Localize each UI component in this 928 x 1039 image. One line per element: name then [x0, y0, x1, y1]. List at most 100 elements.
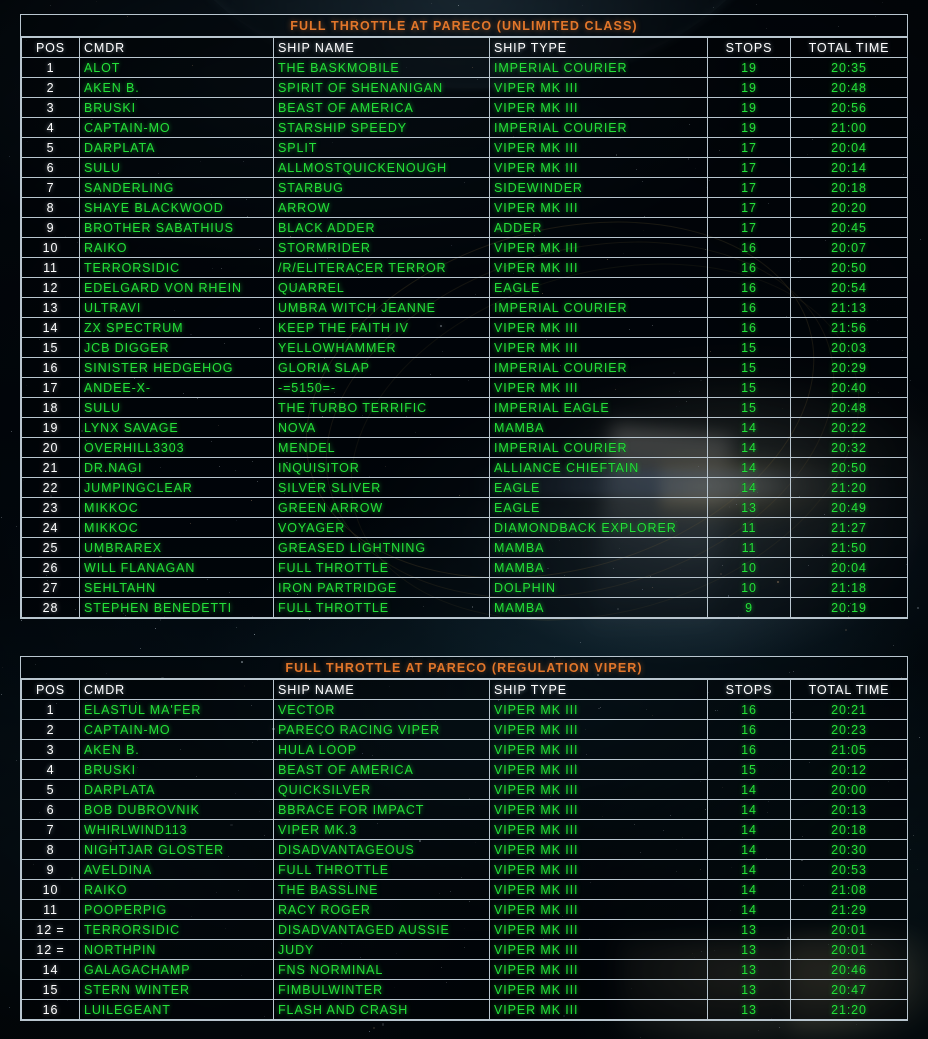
table-row[interactable]: 15 STERN WINTER FIMBULWINTER VIPER MK III 13… [21, 979, 908, 1000]
table-row[interactable]: 22 JUMPINGCLEAR SILVER SLIVER EAGLE 14 21:20 [21, 477, 908, 498]
column-header-time[interactable]: TOTAL TIME [790, 679, 908, 700]
column-header-pos[interactable]: POS [21, 37, 80, 58]
table-row[interactable]: 21 DR.NAGI INQUISITOR ALLIANCE CHIEFTAIN 14 2… [21, 457, 908, 478]
table-row[interactable]: 26 WILL FLANAGAN FULL THROTTLE MAMBA 10 20:04 [21, 557, 908, 578]
column-header-cmdr[interactable]: CMDR [79, 679, 274, 700]
cell-stops: 14 [707, 477, 791, 498]
table-row[interactable]: 8 NIGHTJAR GLOSTER DISADVANTAGEOUS VIPER MK… [21, 839, 908, 860]
cell-stops: 16 [707, 739, 791, 760]
table-row[interactable]: 5 DARPLATA QUICKSILVER VIPER MK III 14 20:00 [21, 779, 908, 800]
cell-name: ALLMOSTQUICKENOUGH [273, 157, 490, 178]
table-row[interactable]: 4 CAPTAIN-MO STARSHIP SPEEDY IMPERIAL COURI… [21, 117, 908, 138]
cell-cmdr: CAPTAIN-MO [79, 117, 274, 138]
table-row[interactable]: 6 SULU ALLMOSTQUICKENOUGH VIPER MK III 17 20:… [21, 157, 908, 178]
cell-cmdr: WILL FLANAGAN [79, 557, 274, 578]
cell-time: 20:48 [790, 397, 908, 418]
table-row[interactable]: 14 ZX SPECTRUM KEEP THE FAITH IV VIPER MK I… [21, 317, 908, 338]
table-row[interactable]: 17 ANDEE-X- -=5150=- VIPER MK III 15 20:40 [21, 377, 908, 398]
table-row[interactable]: 4 BRUSKI BEAST OF AMERICA VIPER MK III 15 20:… [21, 759, 908, 780]
table-row[interactable]: 19 LYNX SAVAGE NOVA MAMBA 14 20:22 [21, 417, 908, 438]
table-row[interactable]: 5 DARPLATA SPLIT VIPER MK III 17 20:04 [21, 137, 908, 158]
cell-pos: 16 [21, 999, 80, 1020]
column-header-cmdr[interactable]: CMDR [79, 37, 274, 58]
column-header-time[interactable]: TOTAL TIME [790, 37, 908, 58]
table-row[interactable]: 10 RAIKO STORMRIDER VIPER MK III 16 20:07 [21, 237, 908, 258]
table-row[interactable]: 11 TERRORSIDIC/R/ELITERACER TERROR VIPER M… [21, 257, 908, 278]
table-row[interactable]: 15 JCB DIGGER YELLOWHAMMER VIPER MK III 15 20… [21, 337, 908, 358]
table-row[interactable]: 1 ELASTUL MA'FER VECTOR VIPER MK III 16 20:21 [21, 699, 908, 720]
cell-type: IMPERIAL EAGLE [489, 397, 708, 418]
cell-type: EAGLE [489, 277, 708, 298]
table-row[interactable]: 25 UMBRAREX GREASED LIGHTNING MAMBA 11 21:50 [21, 537, 908, 558]
table-row[interactable]: 18 SULU THE TURBO TERRIFIC IMPERIAL EAGLE 15… [21, 397, 908, 418]
cell-time: 20:18 [790, 177, 908, 198]
table-row[interactable]: 13 ULTRAVI UMBRA WITCH JEANNE IMPERIAL COUR… [21, 297, 908, 318]
table-row[interactable]: 2 AKEN B. SPIRIT OF SHENANIGAN VIPER MK III… [21, 77, 908, 98]
table-row[interactable]: 7 SANDERLING STARBUG SIDEWINDER 17 20:18 [21, 177, 908, 198]
cell-type: IMPERIAL COURIER [489, 437, 708, 458]
cell-cmdr: MIKKOC [79, 497, 274, 518]
table-row[interactable]: 3 AKEN B. HULA LOOP VIPER MK III 16 21:05 [21, 739, 908, 760]
cell-type: VIPER MK III [489, 97, 708, 118]
cell-name: INQUISITOR [273, 457, 490, 478]
table-row[interactable]: 11 POOPERPIG RACY ROGER VIPER MK III 14 21:29 [21, 899, 908, 920]
column-header-name[interactable]: SHIP NAME [273, 679, 490, 700]
cell-cmdr: STEPHEN BENEDETTI [79, 597, 274, 618]
column-header-pos[interactable]: POS [21, 679, 80, 700]
cell-stops: 16 [707, 257, 791, 278]
cell-stops: 13 [707, 999, 791, 1020]
table-row[interactable]: 12 = NORTHPIN JUDY VIPER MK III 13 20:01 [21, 939, 908, 960]
table-row[interactable]: 7 WHIRLWIND113 VIPER MK.3 VIPER MK III 14 20:… [21, 819, 908, 840]
table-row[interactable]: 6 BOB DUBROVNIK BBRACE FOR IMPACT VIPER MK … [21, 799, 908, 820]
cell-pos: 19 [21, 417, 80, 438]
table-row[interactable]: 9 BROTHER SABATHIUS BLACK ADDER ADDER 17 20:4… [21, 217, 908, 238]
table-row[interactable]: 28 STEPHEN BENEDETTI FULL THROTTLE MAMBA 9 20… [21, 597, 908, 618]
table-row[interactable]: 12 = TERRORSIDIC DISADVANTAGED AUSSIE VIPER… [21, 919, 908, 940]
table-row[interactable]: 2 CAPTAIN-MO PARECO RACING VIPER VIPER MK I… [21, 719, 908, 740]
cell-cmdr: GALAGACHAMP [79, 959, 274, 980]
table-row[interactable]: 16 LUILEGEANT FLASH AND CRASH VIPER MK III 1… [21, 999, 908, 1020]
cell-pos: 15 [21, 337, 80, 358]
table-row[interactable]: 16 SINISTER HEDGEHOG GLORIA SLAP IMPERIAL C… [21, 357, 908, 378]
cell-cmdr: WHIRLWIND113 [79, 819, 274, 840]
cell-name: FULL THROTTLE [273, 597, 490, 618]
cell-pos: 17 [21, 377, 80, 398]
cell-time: 20:20 [790, 197, 908, 218]
cell-type: VIPER MK III [489, 759, 708, 780]
table-row[interactable]: 1 ALOT THE BASKMOBILE IMPERIAL COURIER 19 20:… [21, 57, 908, 78]
column-header-stops[interactable]: STOPS [707, 679, 791, 700]
cell-name: QUARREL [273, 277, 490, 298]
table-row[interactable]: 27 SEHLTAHN IRON PARTRIDGE DOLPHIN 10 21:18 [21, 577, 908, 598]
cell-name: RACY ROGER [273, 899, 490, 920]
column-header-name[interactable]: SHIP NAME [273, 37, 490, 58]
table-row[interactable]: 24 MIKKOC VOYAGER DIAMONDBACK EXPLORER 11 21:… [21, 517, 908, 538]
table-row[interactable]: 10 RAIKO THE BASSLINE VIPER MK III 14 21:08 [21, 879, 908, 900]
table-row[interactable]: 3 BRUSKI BEAST OF AMERICA VIPER MK III 19 20:… [21, 97, 908, 118]
cell-cmdr: TERRORSIDIC [79, 257, 274, 278]
cell-type: VIPER MK III [489, 699, 708, 720]
table-row[interactable]: 23 MIKKOC GREEN ARROW EAGLE 13 20:49 [21, 497, 908, 518]
cell-pos: 24 [21, 517, 80, 538]
cell-pos: 14 [21, 959, 80, 980]
cell-pos: 12 [21, 277, 80, 298]
cell-name: ARROW [273, 197, 490, 218]
table-row[interactable]: 8 SHAYE BLACKWOOD ARROW VIPER MK III 17 20:20 [21, 197, 908, 218]
table-row[interactable]: 12 EDELGARD VON RHEIN QUARREL EAGLE 16 20:54 [21, 277, 908, 298]
column-header-type[interactable]: SHIP TYPE [489, 37, 708, 58]
column-header-type[interactable]: SHIP TYPE [489, 679, 708, 700]
column-header-stops[interactable]: STOPS [707, 37, 791, 58]
table-row[interactable]: 9 AVELDINA FULL THROTTLE VIPER MK III 14 20:5… [21, 859, 908, 880]
cell-name: FLASH AND CRASH [273, 999, 490, 1020]
cell-pos: 20 [21, 437, 80, 458]
cell-type: VIPER MK III [489, 719, 708, 740]
table-row[interactable]: 20 OVERHILL3303 MENDEL IMPERIAL COURIER 14 20… [21, 437, 908, 458]
cell-pos: 1 [21, 57, 80, 78]
cell-pos: 16 [21, 357, 80, 378]
cell-cmdr: ALOT [79, 57, 274, 78]
table-row[interactable]: 14 GALAGACHAMP FNS NORMINAL VIPER MK III 13 2… [21, 959, 908, 980]
cell-time: 20:18 [790, 819, 908, 840]
cell-name: IRON PARTRIDGE [273, 577, 490, 598]
cell-name: SPLIT [273, 137, 490, 158]
cell-time: 20:49 [790, 497, 908, 518]
cell-type: VIPER MK III [489, 337, 708, 358]
